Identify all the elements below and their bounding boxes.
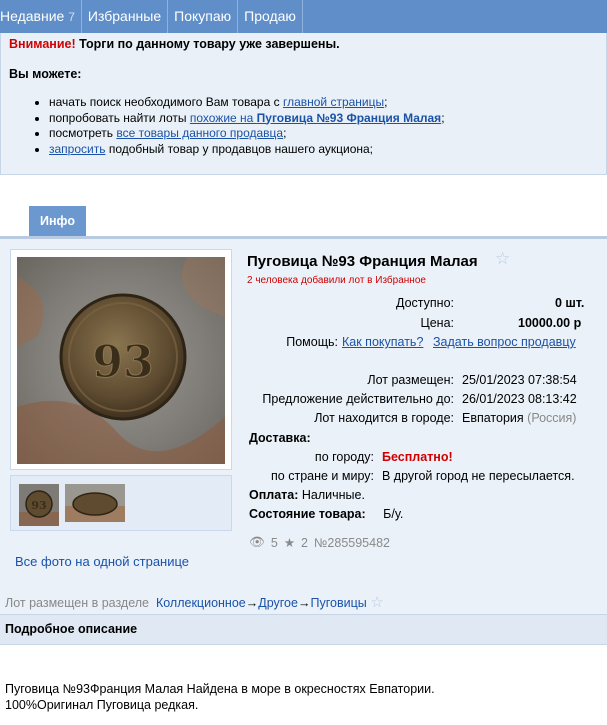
main-photo[interactable]: 93 <box>17 257 225 464</box>
description-heading: Подробное описание <box>5 622 138 636</box>
placed-value: 25/01/2023 07:38:54 <box>462 373 577 387</box>
warning-prefix: Внимание! <box>9 37 76 51</box>
category-star-icon[interactable]: ☆ <box>370 594 383 611</box>
category-other[interactable]: Другое <box>258 596 298 610</box>
stars-count: 2 <box>301 535 308 550</box>
condition-row: Состояние товара: Б/у. <box>249 507 404 521</box>
similar-lots-link[interactable]: похожие на Пуговица №93 Франция Малая <box>190 111 441 125</box>
options-list: начать поиск необходимого Вам товара с г… <box>49 95 445 157</box>
available-value: 0 шт. <box>555 296 585 310</box>
lot-panel: 93 93 Все фото на одной странице Пуговиц… <box>0 239 607 645</box>
category-buttons[interactable]: Пуговицы <box>310 596 366 610</box>
thumbnail-2[interactable] <box>65 484 125 522</box>
tab-favorites[interactable]: Избранные <box>82 0 169 33</box>
available-label: Доступно: <box>395 296 454 310</box>
option-request: запросить подобный товар у продавцов наш… <box>49 142 445 158</box>
city-delivery-value: Бесплатно! <box>382 450 453 464</box>
thumbnail-1[interactable]: 93 <box>19 484 59 526</box>
how-to-buy-link[interactable]: Как покупать? <box>342 335 423 349</box>
valid-until-value: 26/01/2023 08:13:42 <box>462 392 577 406</box>
star-icon[interactable]: ☆ <box>495 249 510 269</box>
tab-buying[interactable]: Покупаю <box>168 0 239 33</box>
svg-text:93: 93 <box>92 337 153 388</box>
category-breadcrumb: Лот размещен в разделе Коллекционное→Дру… <box>5 594 384 611</box>
option-search: начать поиск необходимого Вам товара с г… <box>49 95 445 111</box>
views-count: 5 <box>270 535 278 550</box>
option-similar: попробовать найти лоты похожие на Пугови… <box>49 111 445 127</box>
svg-text:93: 93 <box>31 499 46 512</box>
description-text: Пуговица №93Франция Малая Найдена в море… <box>5 682 435 712</box>
eye-icon: 👁 <box>249 535 265 549</box>
lot-stats: 👁 5 ★ 2 №285595482 <box>249 535 390 550</box>
help-label: Помощь: <box>286 335 338 349</box>
city-delivery-label: по городу: <box>314 450 374 464</box>
top-nav: Недавние 7 Избранные Покупаю Продаю <box>0 0 607 33</box>
category-label: Лот размещен в разделе <box>5 596 150 610</box>
delivery-label: Доставка: <box>249 431 311 445</box>
price-label: Цена: <box>420 316 454 330</box>
main-photo-frame: 93 <box>10 249 232 470</box>
tab-selling[interactable]: Продаю <box>238 0 303 33</box>
city-value: Евпатория (Россия) <box>462 411 577 425</box>
all-photos-link[interactable]: Все фото на одной странице <box>15 554 189 569</box>
star-count-icon: ★ <box>283 536 296 550</box>
seller-items-link[interactable]: все товары данного продавца <box>116 126 283 140</box>
auction-ended-notice: Внимание! Торги по данному товару уже за… <box>0 33 607 175</box>
warning-line: Внимание! Торги по данному товару уже за… <box>9 37 340 51</box>
world-delivery-value: В другой город не пересылается. <box>382 469 575 483</box>
placed-label: Лот размещен: <box>367 373 454 387</box>
price-value: 10000.00 р <box>518 316 582 330</box>
request-link[interactable]: запросить <box>49 142 105 156</box>
tab-recent-label: Недавние <box>0 8 65 24</box>
thumbnail-strip: 93 <box>10 475 232 531</box>
you-can-heading: Вы можете: <box>9 67 82 81</box>
warning-text: Торги по данному товару уже завершены. <box>79 37 340 51</box>
option-seller-items: посмотреть все товары данного продавца; <box>49 126 445 142</box>
recent-count: 7 <box>68 10 75 24</box>
tab-recent[interactable]: Недавние 7 <box>0 0 82 33</box>
ask-seller-link[interactable]: Задать вопрос продавцу <box>433 335 576 349</box>
lot-title: Пуговица №93 Франция Малая <box>247 253 478 270</box>
world-delivery-label: по стране и миру: <box>271 469 374 483</box>
tab-info[interactable]: Инфо <box>29 206 86 237</box>
lot-number: №285595482 <box>314 535 390 550</box>
description-header: Подробное описание <box>0 614 607 645</box>
country-value: (Россия) <box>527 411 577 425</box>
valid-until-label: Предложение действительно до: <box>262 392 454 406</box>
favorites-note: 2 человека добавили лот в Избранное <box>247 275 426 286</box>
category-collectibles[interactable]: Коллекционное <box>156 596 246 610</box>
main-page-link[interactable]: главной страницы <box>283 95 384 109</box>
payment-row: Оплата: Наличные. <box>249 488 365 502</box>
city-label: Лот находится в городе: <box>314 411 454 425</box>
